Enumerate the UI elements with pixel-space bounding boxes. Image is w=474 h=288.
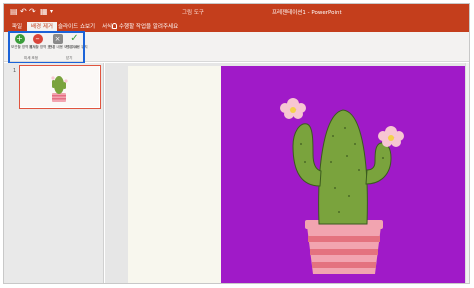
slide-thumbnail[interactable] [19,65,101,109]
customize-quick-access-icon[interactable]: ▾ [50,7,53,17]
undo-icon[interactable]: ↶ [20,7,27,17]
tell-me-text: 수행할 작업을 알려주세요 [119,24,179,30]
highlight-box [8,31,85,64]
powerpoint-window: ▤ ↶ ↷ ▦ ▾ 그림 도구 프레젠테이션1 - PowerPoint 파일 … [3,3,470,284]
save-icon[interactable]: ▤ [10,7,18,17]
cactus-illustration [280,98,404,274]
vertical-scrollbar[interactable] [465,63,469,283]
cactus-thumbnail-image [20,66,99,107]
start-from-beginning-icon[interactable]: ▦ [40,7,48,17]
redo-icon[interactable]: ↷ [29,7,36,17]
title-bar: ▤ ↶ ↷ ▦ ▾ 그림 도구 프레젠테이션1 - PowerPoint [4,4,469,21]
tell-me-box[interactable]: 수행할 작업을 알려주세요 [112,22,178,32]
context-tab-group-label: 그림 도구 [182,10,204,16]
flower-left [280,98,306,119]
lightbulb-icon [112,23,117,29]
document-title: 프레젠테이션1 - PowerPoint [272,10,342,16]
slide-number: 1 [13,68,17,74]
cactus-image[interactable] [221,66,469,283]
